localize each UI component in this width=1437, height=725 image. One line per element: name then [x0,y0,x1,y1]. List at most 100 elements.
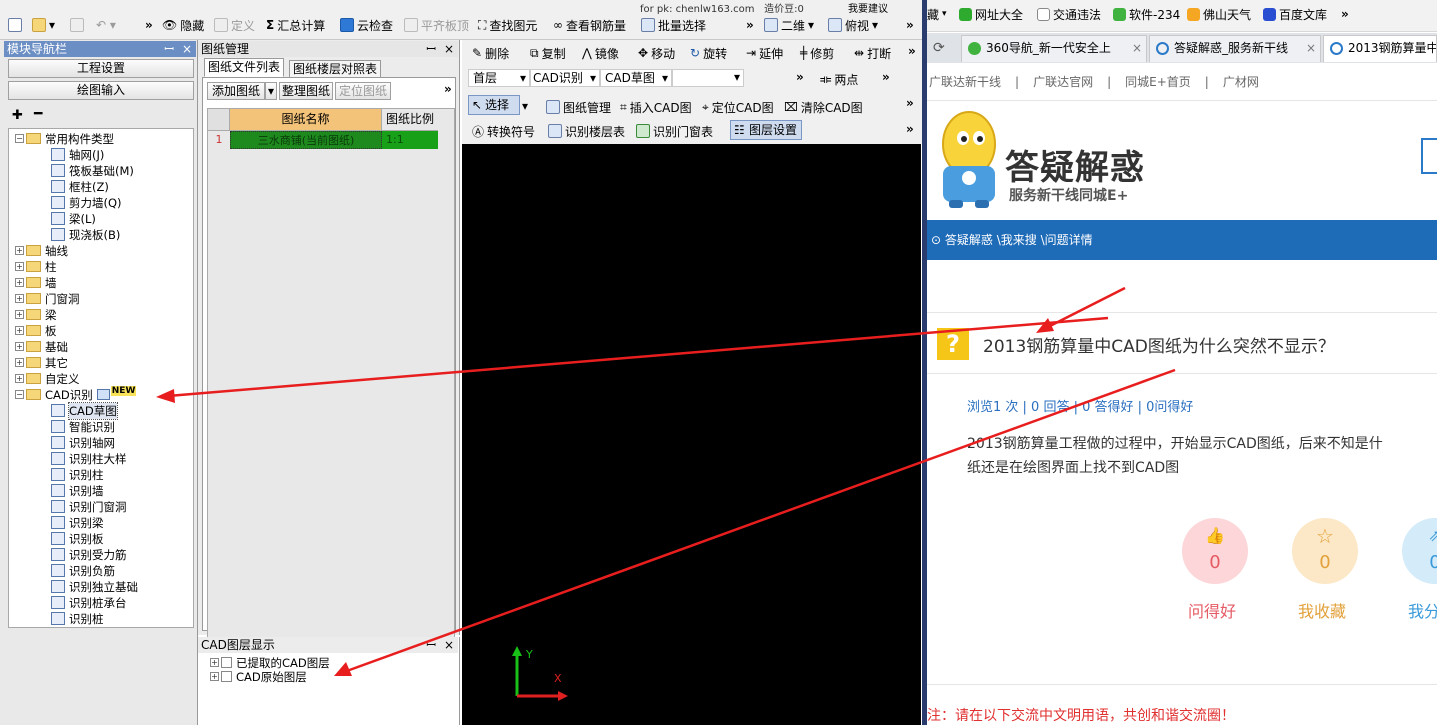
tree-folder[interactable]: − 常用构件类型 [15,131,114,146]
tree-folder[interactable]: + 柱 [15,259,57,274]
tree-folder[interactable]: + 板 [15,323,57,338]
close-icon[interactable]: × [182,41,192,57]
extend-button[interactable]: ⇥ 延伸 [746,43,783,63]
save-icon[interactable] [70,15,84,35]
convert-symbol-button[interactable]: Ⓐ 转换符号 [472,121,535,141]
toolbar-more[interactable]: » [882,67,890,87]
tree-item[interactable]: 梁(L) [51,211,96,226]
blank-select[interactable]: ▾ [672,69,744,87]
bookmark-1[interactable]: 网址大全 [959,3,1023,25]
expand-icon[interactable]: + [15,262,24,271]
expand-icon[interactable]: + [15,278,24,287]
expand-icon[interactable]: + [15,342,24,351]
view-top-dropdown[interactable]: 俯视 ▾ [828,15,878,35]
project-settings-button[interactable]: 工程设置 [8,59,194,78]
tree-item[interactable]: 现浇板(B) [51,227,120,242]
expand-icon[interactable]: + [15,326,24,335]
flat-top-button[interactable]: 平齐板顶 [404,15,469,35]
add-drawing-button[interactable]: 添加图纸 [207,82,265,100]
layer-original[interactable]: + CAD原始图层 [210,669,307,684]
cad-canvas[interactable]: Y X [462,144,921,725]
delete-button[interactable]: ✎ 删除 [472,43,509,63]
toolbar-more-3[interactable]: » [906,15,914,35]
rotate-button[interactable]: ↻ 旋转 [690,43,727,63]
bookmark-3[interactable]: 软件-234 [1113,3,1180,25]
tab-active-question[interactable]: 2013钢筋算量中 [1323,35,1437,62]
good-question-button[interactable]: 👍 0 [1182,518,1248,584]
hide-button[interactable]: 👁 隐藏 [162,15,204,35]
expand-all-icon[interactable]: ✚ [12,108,23,123]
find-elem-button[interactable]: ⛶ 查找图元 [478,15,537,35]
toolbar-more[interactable]: » [906,119,914,139]
tree-item[interactable]: 识别轴网 [51,435,115,450]
expand-icon[interactable]: + [15,310,24,319]
break-button[interactable]: ⇹ 打断 [854,43,891,63]
bookmark-0[interactable]: 藏 ▾ [927,3,947,25]
favorite-button[interactable]: ☆ 0 [1292,518,1358,584]
view-rebar-button[interactable]: ∞ 查看钢筋量 [553,15,626,35]
tree-folder[interactable]: − CAD识别 NEW [15,385,137,402]
tree-folder[interactable]: + 基础 [15,339,68,354]
link-xinganxian[interactable]: 广联达新干线 [929,73,1001,90]
toolbar-more[interactable]: » [796,67,804,87]
link-guangcai[interactable]: 广材网 [1223,73,1259,90]
clear-cad-button[interactable]: ⌧ 清除CAD图 [784,97,863,117]
tree-item[interactable]: 识别梁 [51,515,104,530]
select-dropdown[interactable]: ▾ [522,96,528,116]
tree-item[interactable]: 识别负筋 [51,563,115,578]
bookmark-2[interactable]: 交通违法 [1037,3,1101,25]
share-button[interactable]: ⇗ 0 [1402,518,1437,584]
expand-icon[interactable]: + [15,358,24,367]
open-file-icon[interactable]: ▾ [32,15,55,35]
tree-item[interactable]: 识别受力筋 [51,547,127,562]
trim-button[interactable]: ╪ 修剪 [800,43,834,63]
tree-item[interactable]: 识别柱大样 [51,451,127,466]
drawing-input-button[interactable]: 绘图输入 [8,81,194,100]
undo-icon[interactable]: ↶ ▾ [96,15,116,35]
locate-drawing-button[interactable]: 定位图纸 [335,82,391,100]
expand-icon[interactable]: + [15,374,24,383]
tree-folder[interactable]: + 墙 [15,275,57,290]
tree-item[interactable]: CAD草图 [51,401,118,420]
bookmarks-more[interactable]: » [1341,3,1349,25]
tree-item[interactable]: 识别柱 [51,467,104,482]
two-points-button[interactable]: ⟚ 两点 [820,69,858,89]
cad-sketch-select[interactable]: CAD草图 ▾ [600,69,672,87]
checkbox[interactable] [221,671,232,682]
collapse-all-icon[interactable]: ━ [34,106,42,122]
move-button[interactable]: ✥ 移动 [638,43,675,63]
tab-dayi[interactable]: 答疑解惑_服务新干线 × [1149,35,1321,62]
tree-item[interactable]: 识别板 [51,531,104,546]
tree-item[interactable]: 剪力墙(Q) [51,195,122,210]
close-icon[interactable]: × [444,41,454,57]
layer-settings-button[interactable]: ☷ 图层设置 [730,120,802,140]
cad-recog-select[interactable]: CAD识别 ▾ [530,69,600,87]
toolbar-more[interactable]: » [906,93,914,113]
pane-more[interactable]: » [444,82,452,96]
view-2d-dropdown[interactable]: 二维 ▾ [764,15,814,35]
tab-360[interactable]: 360导航_新一代安全上 × [961,35,1147,62]
drawing-manager-button[interactable]: 图纸管理 [546,97,611,117]
bookmark-5[interactable]: 百度文库 [1263,3,1327,25]
define-button[interactable]: 定义 [214,15,255,35]
new-file-icon[interactable] [8,15,22,35]
checkbox[interactable] [221,657,232,668]
organize-drawing-button[interactable]: 整理图纸 [279,82,333,100]
tree-item[interactable]: 智能识别 [51,419,115,434]
tree-item[interactable]: 轴网(J) [51,147,104,162]
collapse-icon[interactable]: − [15,134,24,143]
tree-folder[interactable]: + 门窗洞 [15,291,80,306]
table-row[interactable]: 三水商铺(当前图纸) [230,131,382,149]
collapse-icon[interactable]: − [15,390,24,399]
expand-icon[interactable]: + [15,246,24,255]
tree-item[interactable]: 识别独立基础 [51,579,138,594]
recog-floor-table-button[interactable]: 识别楼层表 [548,121,625,141]
toolbar-more-1[interactable]: » [145,15,153,35]
expand-icon[interactable]: + [15,294,24,303]
sum-calc-button[interactable]: Σ 汇总计算 [266,15,325,35]
row-scale[interactable]: 1:1 [382,131,438,149]
suggest-link[interactable]: 我要建议 [848,0,888,15]
tree-item[interactable]: 识别桩承台 [51,595,127,610]
toolbar-more[interactable]: » [908,41,916,61]
tree-item[interactable]: 识别门窗洞 [51,499,127,514]
